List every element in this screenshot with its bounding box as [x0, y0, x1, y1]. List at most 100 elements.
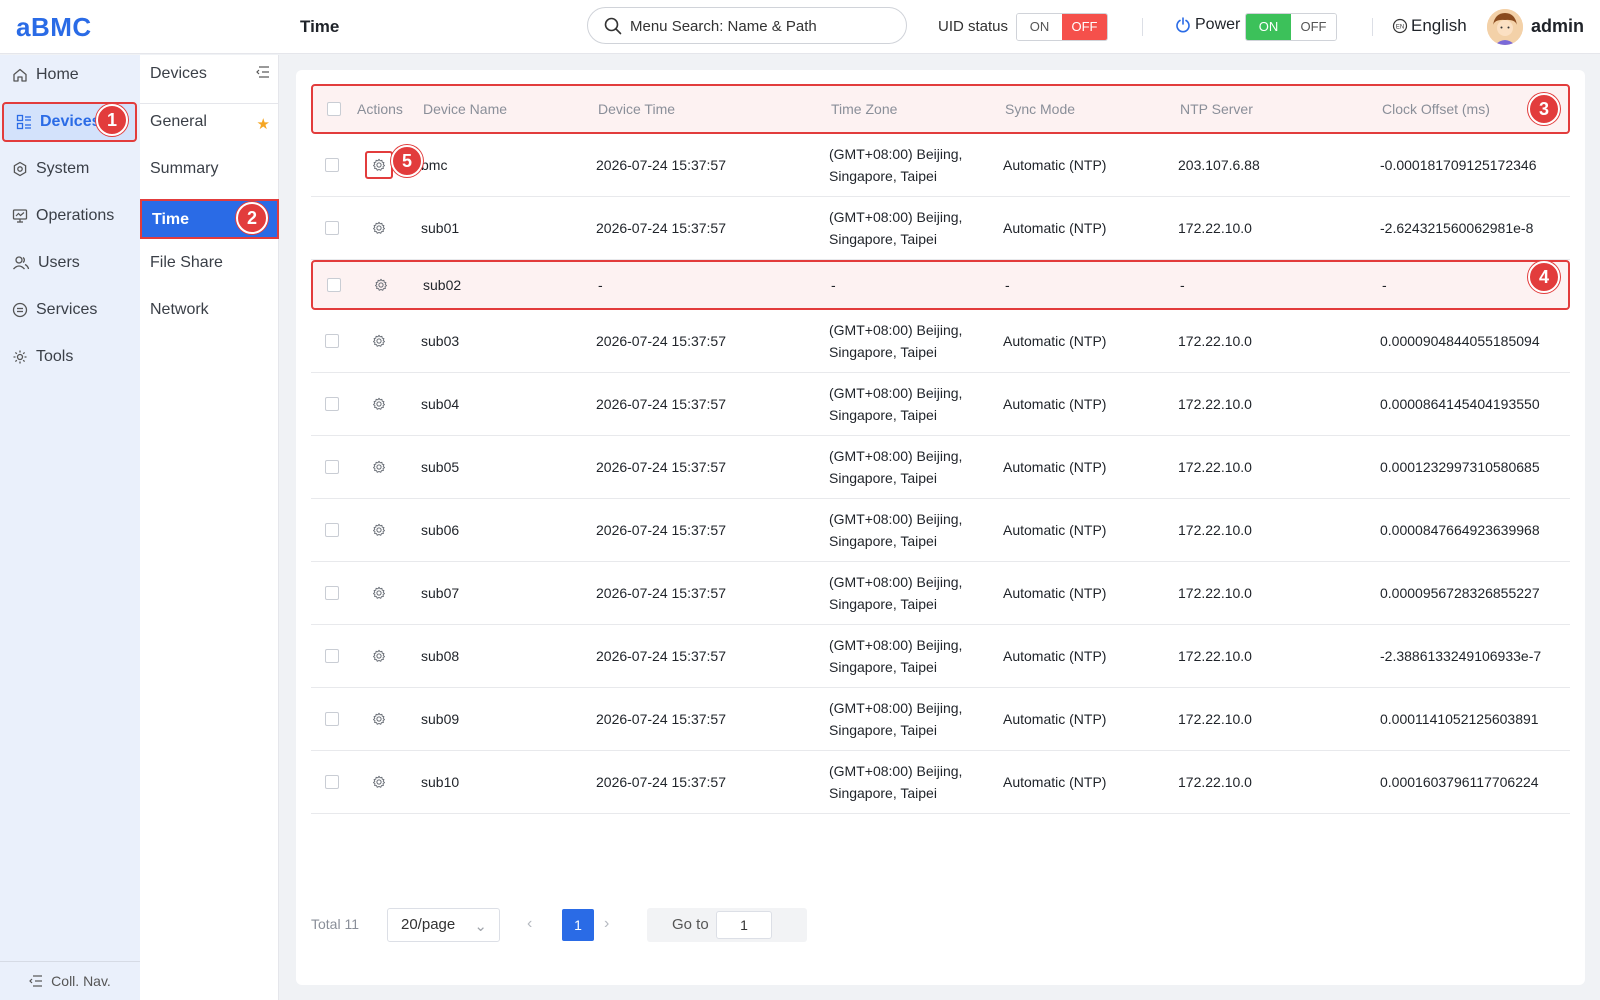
row-checkbox[interactable] [325, 712, 339, 726]
table-row[interactable]: sub07 2026-07-24 15:37:57 (GMT+08:00) Beij… [311, 562, 1570, 625]
nav-item-tools[interactable]: Tools [0, 337, 140, 377]
nav-item-label: Operations [36, 207, 115, 224]
search-input[interactable] [630, 16, 890, 36]
column-actions: Actions [357, 101, 403, 117]
table-row[interactable]: sub03 2026-07-24 15:37:57 (GMT+08:00) Beij… [311, 310, 1570, 373]
device-name-cell: bmc [421, 157, 448, 173]
settings-gear-icon[interactable] [372, 276, 390, 294]
table-row[interactable]: sub10 2026-07-24 15:37:57 (GMT+08:00) Beij… [311, 751, 1570, 814]
row-checkbox[interactable] [325, 221, 339, 235]
clock-offset-cell: -2.3886133249106933e-7 [1380, 648, 1542, 664]
subnav-item-summary[interactable]: Summary [150, 160, 270, 178]
row-select-cell [325, 197, 339, 259]
row-checkbox[interactable] [327, 278, 341, 292]
table-row[interactable]: sub09 2026-07-24 15:37:57 (GMT+08:00) Beij… [311, 688, 1570, 751]
goto-input[interactable] [716, 911, 772, 939]
column-device-name[interactable]: Device Name [423, 86, 507, 132]
settings-gear-icon[interactable] [370, 332, 388, 350]
uid-on-option[interactable]: ON [1017, 14, 1062, 40]
column-device-time[interactable]: Device Time [598, 86, 675, 132]
table-row[interactable]: sub02- - - - - [311, 260, 1570, 310]
power-off-option[interactable]: OFF [1291, 14, 1336, 40]
row-actions [355, 688, 388, 750]
settings-gear-icon[interactable] [370, 521, 388, 539]
avatar[interactable] [1487, 9, 1523, 45]
nav-item-system[interactable]: System [0, 149, 140, 189]
device-time-cell: - [598, 277, 603, 293]
power-on-option[interactable]: ON [1246, 14, 1291, 40]
ntp-server-cell: 172.22.10.0 [1178, 648, 1252, 664]
row-checkbox[interactable] [325, 460, 339, 474]
table-row[interactable]: sub01 2026-07-24 15:37:57 (GMT+08:00) Beij… [311, 197, 1570, 260]
table-row[interactable]: sub06 2026-07-24 15:37:57 (GMT+08:00) Beij… [311, 499, 1570, 562]
language-switch[interactable]: EN English [1392, 16, 1467, 36]
row-checkbox[interactable] [325, 523, 339, 537]
column-sync-mode[interactable]: Sync Mode [1005, 86, 1075, 132]
row-select-cell [327, 262, 341, 308]
device-name-cell: sub04 [421, 396, 460, 412]
settings-gear-icon[interactable] [370, 773, 388, 791]
subnav-item-file-share[interactable]: File Share [150, 254, 270, 272]
collapse-menu-icon[interactable] [256, 65, 270, 79]
subnav-item-general[interactable]: General ★ [150, 113, 270, 133]
nav-item-operations[interactable]: Operations [0, 196, 140, 236]
row-checkbox[interactable] [325, 775, 339, 789]
sync-mode-cell: Automatic (NTP) [1003, 459, 1107, 475]
header-divider [1142, 18, 1143, 36]
prev-page-button[interactable]: ‹ [527, 915, 532, 933]
select-all-checkbox[interactable] [327, 102, 341, 116]
table-row[interactable]: sub04 2026-07-24 15:37:57 (GMT+08:00) Beij… [311, 373, 1570, 436]
clock-offset-cell: 0.0000956728326855227 [1380, 585, 1540, 601]
column-time-zone[interactable]: Time Zone [831, 86, 996, 132]
column-ntp-server[interactable]: NTP Server [1180, 86, 1253, 132]
page-size-select[interactable]: 20/page ⌄ [387, 908, 500, 942]
settings-gear-icon[interactable] [370, 395, 388, 413]
primary-nav: Home Devices System Operations Users Ser… [0, 55, 140, 1000]
nav-item-home[interactable]: Home [0, 55, 140, 95]
settings-gear-icon[interactable] [370, 710, 388, 728]
row-actions [355, 751, 388, 813]
next-page-button[interactable]: › [604, 915, 609, 933]
uid-off-option[interactable]: OFF [1062, 14, 1107, 40]
device-name-cell: sub08 [421, 648, 460, 664]
clock-offset-cell: 0.0001232997310580685 [1380, 459, 1540, 475]
username[interactable]: admin [1531, 16, 1584, 37]
menu-search[interactable] [587, 7, 907, 44]
settings-gear-icon[interactable] [370, 458, 388, 476]
nav-item-users[interactable]: Users [0, 243, 140, 283]
settings-gear-icon[interactable] [370, 647, 388, 665]
row-checkbox[interactable] [325, 334, 339, 348]
device-name-cell: sub10 [421, 774, 460, 790]
subnav-item-network[interactable]: Network [150, 301, 270, 319]
table-row[interactable]: bmc 2026-07-24 15:37:57 (GMT+08:00) Beijin… [311, 134, 1570, 197]
row-checkbox[interactable] [325, 649, 339, 663]
row-checkbox[interactable] [325, 397, 339, 411]
device-time-cell: 2026-07-24 15:37:57 [596, 711, 726, 727]
language-label[interactable]: English [1411, 16, 1467, 36]
total-count: Total 11 [311, 916, 359, 932]
device-time-cell: 2026-07-24 15:37:57 [596, 648, 726, 664]
row-actions [355, 310, 388, 372]
collapse-nav-button[interactable]: Coll. Nav. [0, 961, 140, 1000]
settings-gear-icon[interactable] [370, 584, 388, 602]
uid-toggle[interactable]: ON OFF [1016, 13, 1108, 41]
time-zone-cell: (GMT+08:00) Beijing, Singapore, Taipei [829, 700, 963, 738]
nav-item-services[interactable]: Services [0, 290, 140, 330]
row-checkbox[interactable] [325, 158, 339, 172]
app-logo[interactable]: aBMC [16, 12, 92, 43]
annotation-badge-1: 1 [96, 104, 128, 136]
table-row[interactable]: sub05 2026-07-24 15:37:57 (GMT+08:00) Beij… [311, 436, 1570, 499]
time-zone-cell: (GMT+08:00) Beijing, Singapore, Taipei [829, 637, 963, 675]
svg-text:EN: EN [1396, 25, 1404, 31]
system-icon [13, 161, 27, 177]
row-checkbox[interactable] [325, 586, 339, 600]
device-time-cell: 2026-07-24 15:37:57 [596, 157, 726, 173]
power-toggle[interactable]: ON OFF [1245, 13, 1337, 41]
page-button-current[interactable]: 1 [562, 909, 594, 941]
sync-mode-cell: Automatic (NTP) [1003, 585, 1107, 601]
table-row[interactable]: sub08 2026-07-24 15:37:57 (GMT+08:00) Beij… [311, 625, 1570, 688]
star-icon[interactable]: ★ [257, 115, 270, 133]
settings-gear-icon[interactable] [365, 151, 393, 179]
settings-gear-icon[interactable] [370, 219, 388, 237]
sync-mode-cell: Automatic (NTP) [1003, 220, 1107, 236]
